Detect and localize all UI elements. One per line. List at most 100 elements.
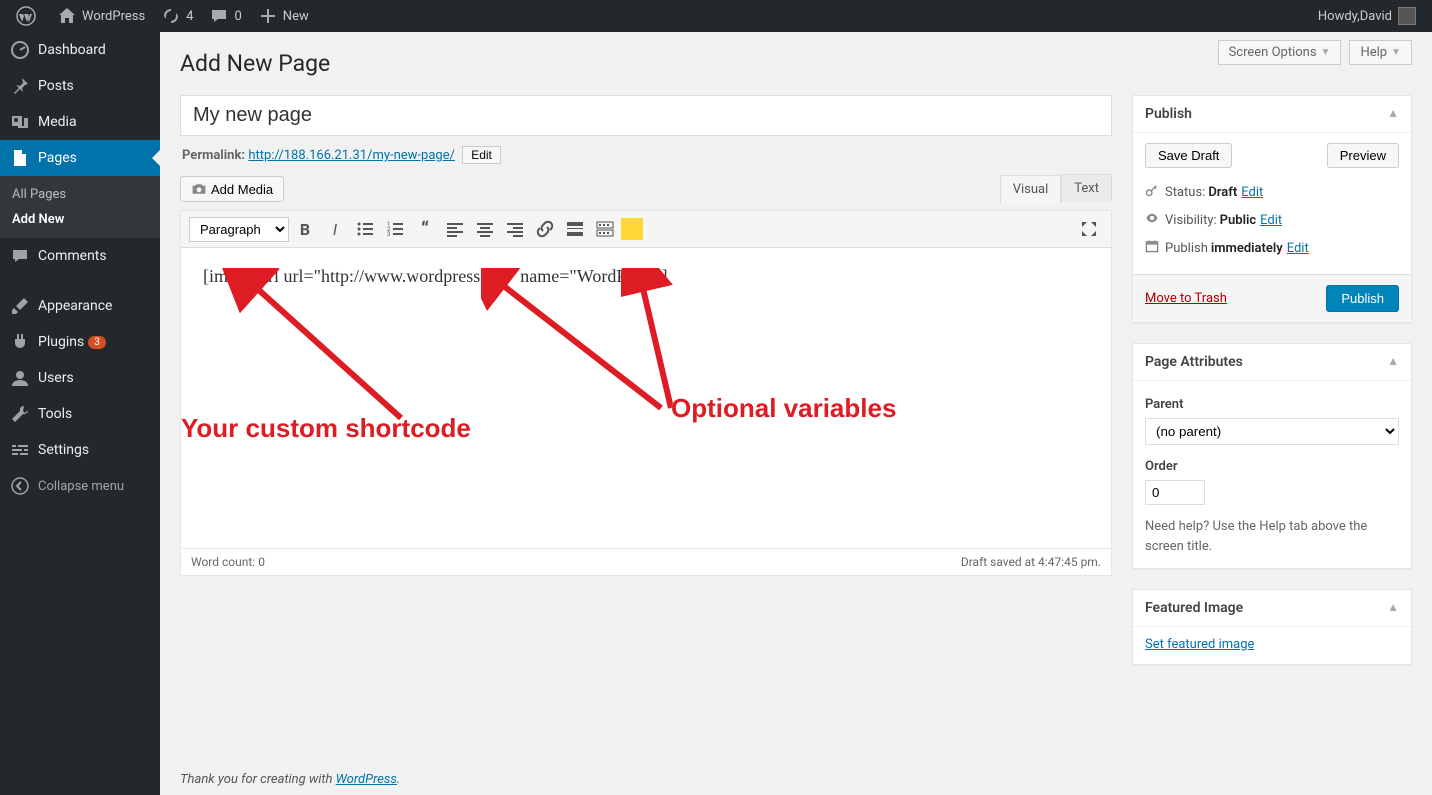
nav-dashboard-label: Dashboard <box>38 42 106 58</box>
page-title-input[interactable] <box>180 95 1112 136</box>
publish-button[interactable]: Publish <box>1326 285 1399 312</box>
order-input[interactable] <box>1145 480 1205 505</box>
admin-sidebar: Dashboard Posts Media Pages All Pages Ad… <box>0 32 160 795</box>
wp-logo[interactable] <box>8 0 49 32</box>
user-icon <box>10 368 30 388</box>
edit-visibility-link[interactable]: Edit <box>1260 213 1282 228</box>
help-button[interactable]: Help▼ <box>1349 40 1412 65</box>
howdy-prefix: Howdy, <box>1318 9 1360 24</box>
user-menu[interactable]: Howdy, David <box>1310 0 1424 32</box>
chevron-up-icon: ▲ <box>1387 106 1399 122</box>
home-icon <box>57 6 77 26</box>
nav-media-label: Media <box>38 114 77 130</box>
new-label: New <box>283 9 309 24</box>
sliders-icon <box>10 440 30 460</box>
subnav-add-new[interactable]: Add New <box>0 207 160 232</box>
align-right-icon <box>505 219 525 239</box>
admin-footer: Thank you for creating with WordPress. <box>180 772 1412 787</box>
link-button[interactable] <box>531 215 559 243</box>
footer-wp-link[interactable]: WordPress <box>336 772 397 787</box>
blockquote-button[interactable]: “ <box>411 215 439 243</box>
nav-pages[interactable]: Pages <box>0 140 160 176</box>
editor-body[interactable]: [image-url url="http://www.wordpress.org… <box>181 248 1111 548</box>
page-attributes-metabox: Page Attributes ▲ Parent (no parent) Ord… <box>1132 343 1412 569</box>
comments-link[interactable]: 0 <box>201 0 249 32</box>
nav-plugins[interactable]: Plugins 3 <box>0 324 160 360</box>
nav-appearance[interactable]: Appearance <box>0 288 160 324</box>
edit-permalink-button[interactable]: Edit <box>462 146 501 164</box>
order-label: Order <box>1145 459 1399 474</box>
chevron-down-icon: ▼ <box>1321 47 1331 58</box>
site-home-link[interactable]: WordPress <box>49 0 153 32</box>
attributes-metabox-header[interactable]: Page Attributes ▲ <box>1133 344 1411 381</box>
save-draft-button[interactable]: Save Draft <box>1145 143 1232 168</box>
bold-button[interactable]: B <box>291 215 319 243</box>
word-count: Word count: 0 <box>191 555 265 569</box>
chevron-up-icon: ▲ <box>1387 600 1399 616</box>
set-featured-image-link[interactable]: Set featured image <box>1145 637 1254 652</box>
wordpress-icon <box>16 6 36 26</box>
new-content-link[interactable]: New <box>250 0 317 32</box>
schedule-value: immediately <box>1211 241 1283 256</box>
annotation-variables-label: Optional variables <box>671 393 896 424</box>
featured-metabox-header[interactable]: Featured Image ▲ <box>1133 590 1411 627</box>
comments-count: 0 <box>234 9 241 24</box>
plugin-icon <box>10 332 30 352</box>
more-button[interactable] <box>561 215 589 243</box>
help-label-text: Help <box>1360 45 1387 60</box>
edit-status-link[interactable]: Edit <box>1241 185 1263 200</box>
parent-select[interactable]: (no parent) <box>1145 418 1399 445</box>
publish-metabox: Publish ▲ Save Draft Preview Status: Dra… <box>1132 95 1412 323</box>
nav-posts[interactable]: Posts <box>0 68 160 104</box>
italic-button[interactable]: I <box>321 215 349 243</box>
toolbar-toggle-button[interactable] <box>591 215 619 243</box>
tab-visual[interactable]: Visual <box>1000 175 1062 204</box>
visibility-label: Visibility: <box>1165 213 1217 228</box>
align-right-button[interactable] <box>501 215 529 243</box>
move-to-trash-link[interactable]: Move to Trash <box>1145 291 1227 306</box>
permalink-url[interactable]: http://188.166.21.31/my-new-page/ <box>248 148 455 163</box>
wrench-icon <box>10 404 30 424</box>
nav-tools[interactable]: Tools <box>0 396 160 432</box>
refresh-icon <box>161 6 181 26</box>
nav-settings[interactable]: Settings <box>0 432 160 468</box>
nav-users[interactable]: Users <box>0 360 160 396</box>
number-list-button[interactable]: 123 <box>381 215 409 243</box>
tab-text[interactable]: Text <box>1061 174 1112 202</box>
status-value: Draft <box>1208 185 1237 200</box>
chevron-up-icon: ▲ <box>1387 354 1399 370</box>
parent-label: Parent <box>1145 397 1399 412</box>
nav-settings-label: Settings <box>38 442 89 458</box>
publish-metabox-header[interactable]: Publish ▲ <box>1133 96 1411 133</box>
nav-pages-submenu: All Pages Add New <box>0 176 160 238</box>
permalink-row: Permalink: http://188.166.21.31/my-new-p… <box>182 146 1112 164</box>
featured-title: Featured Image <box>1145 600 1243 616</box>
permalink-label: Permalink: <box>182 148 245 163</box>
autosave-status: Draft saved at 4:47:45 pm. <box>961 555 1101 569</box>
note-button[interactable] <box>621 218 643 240</box>
screen-options-button[interactable]: Screen Options▼ <box>1218 40 1342 65</box>
updates-link[interactable]: 4 <box>153 0 201 32</box>
user-name: David <box>1360 9 1392 24</box>
format-dropdown[interactable]: Paragraph <box>189 217 289 242</box>
add-media-button[interactable]: Add Media <box>180 176 284 202</box>
align-left-button[interactable] <box>441 215 469 243</box>
collapse-menu-button[interactable]: Collapse menu <box>0 468 160 504</box>
comment-icon <box>10 246 30 266</box>
featured-image-metabox: Featured Image ▲ Set featured image <box>1132 589 1412 665</box>
nav-appearance-label: Appearance <box>38 298 112 314</box>
ol-icon: 123 <box>385 219 405 239</box>
edit-schedule-link[interactable]: Edit <box>1287 241 1309 256</box>
link-icon <box>535 219 555 239</box>
nav-media[interactable]: Media <box>0 104 160 140</box>
bullet-list-button[interactable] <box>351 215 379 243</box>
visibility-value: Public <box>1220 213 1256 228</box>
align-center-button[interactable] <box>471 215 499 243</box>
nav-dashboard[interactable]: Dashboard <box>0 32 160 68</box>
kitchen-sink-icon <box>595 219 615 239</box>
nav-comments[interactable]: Comments <box>0 238 160 274</box>
fullscreen-button[interactable] <box>1075 215 1103 243</box>
preview-button[interactable]: Preview <box>1327 143 1399 168</box>
subnav-all-pages[interactable]: All Pages <box>0 182 160 207</box>
editor-toolbar: Paragraph B I 123 “ <box>181 211 1111 248</box>
